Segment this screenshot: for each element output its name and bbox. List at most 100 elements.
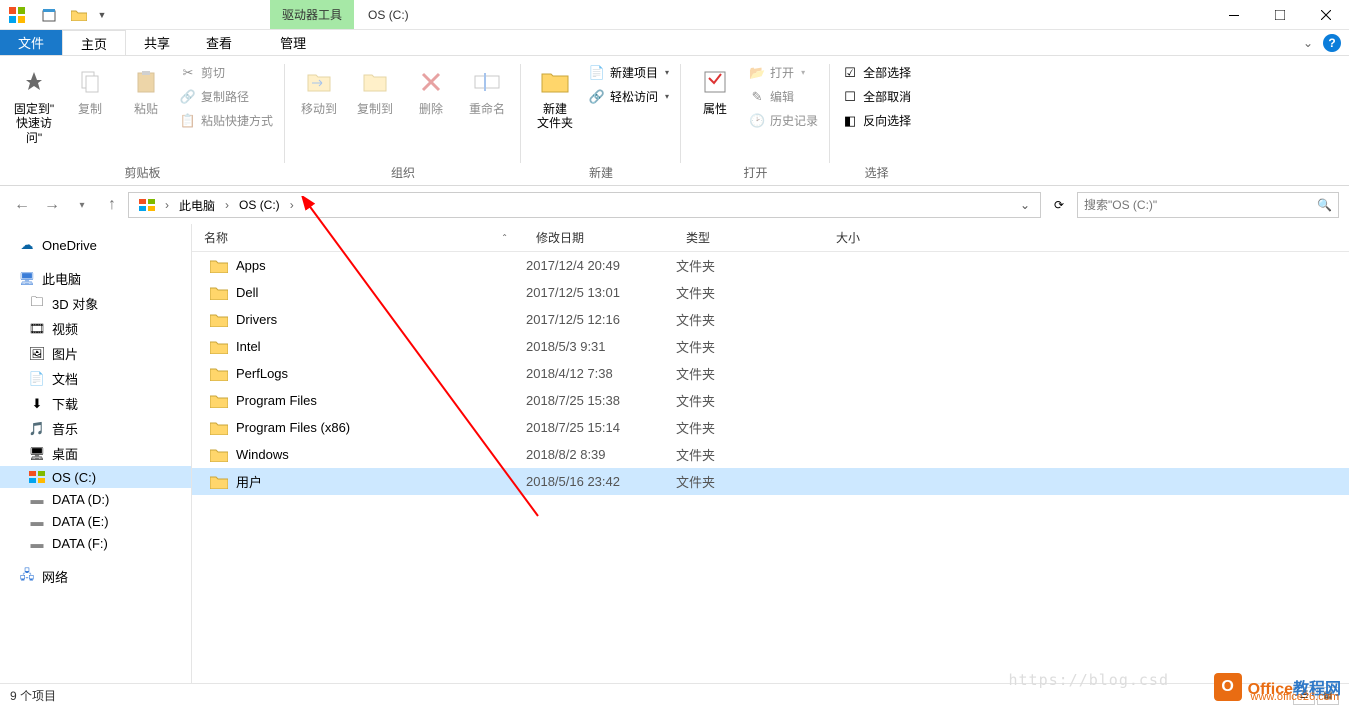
tree-network[interactable]: 🖧网络 — [0, 564, 191, 589]
cut-button[interactable]: ✂剪切 — [176, 62, 277, 83]
table-row[interactable]: 用户2018/5/16 23:42文件夹 — [192, 468, 1349, 495]
qat-dropdown-icon[interactable]: ▼ — [94, 0, 110, 30]
nav-back-button[interactable]: ← — [10, 193, 34, 217]
this-pc-icon: 🖥 — [18, 271, 36, 287]
table-row[interactable]: PerfLogs2018/4/12 7:38文件夹 — [192, 360, 1349, 387]
file-date: 2018/5/16 23:42 — [526, 474, 676, 489]
tree-videos[interactable]: 🎞视频 — [0, 316, 191, 341]
close-button[interactable] — [1303, 0, 1349, 30]
tab-home[interactable]: 主页 — [62, 30, 126, 55]
ribbon-tabs: 文件 主页 共享 查看 管理 ⌄ ? — [0, 30, 1349, 56]
table-row[interactable]: Windows2018/8/2 8:39文件夹 — [192, 441, 1349, 468]
copy-path-icon: 🔗 — [180, 89, 196, 105]
chevron-right-icon[interactable]: › — [163, 198, 171, 212]
edit-button[interactable]: ✎编辑 — [745, 86, 822, 107]
minimize-ribbon-icon[interactable]: ⌄ — [1293, 30, 1323, 55]
paste-button[interactable]: 粘贴 — [118, 60, 174, 120]
watermark-logo-icon: O — [1214, 673, 1242, 701]
pin-to-quick-access-button[interactable]: 固定到" 快速访问" — [6, 60, 62, 149]
tree-documents[interactable]: 📄文档 — [0, 366, 191, 391]
column-date[interactable]: 修改日期 — [526, 229, 676, 246]
move-to-button[interactable]: 移动到 — [291, 60, 347, 120]
breadcrumb-this-pc[interactable]: 此电脑 — [173, 193, 221, 217]
list-header: 名称⌃ 修改日期 类型 大小 — [192, 224, 1349, 252]
tree-data-f[interactable]: ▬DATA (F:) — [0, 532, 191, 554]
folder-icon — [210, 475, 228, 489]
nav-up-button[interactable]: ↑ — [100, 193, 124, 217]
search-box[interactable]: 🔍 — [1077, 192, 1339, 218]
column-name[interactable]: 名称⌃ — [192, 229, 526, 246]
invert-selection-button[interactable]: ◧反向选择 — [838, 110, 915, 131]
tree-data-d[interactable]: ▬DATA (D:) — [0, 488, 191, 510]
new-folder-button[interactable]: 新建 文件夹 — [527, 60, 583, 135]
downloads-icon: ⬇ — [28, 396, 46, 412]
file-type: 文件夹 — [676, 337, 826, 356]
breadcrumb-dropdown[interactable]: ⌄ — [1014, 198, 1036, 212]
maximize-button[interactable] — [1257, 0, 1303, 30]
table-row[interactable]: Dell2017/12/5 13:01文件夹 — [192, 279, 1349, 306]
table-row[interactable]: Intel2018/5/3 9:31文件夹 — [192, 333, 1349, 360]
select-none-button[interactable]: ☐全部取消 — [838, 86, 915, 107]
group-open-label: 打开 — [687, 162, 824, 183]
refresh-button[interactable]: ⟳ — [1045, 192, 1073, 218]
minimize-button[interactable] — [1211, 0, 1257, 30]
history-button[interactable]: 🕑历史记录 — [745, 110, 822, 131]
chevron-right-icon[interactable]: › — [223, 198, 231, 212]
list-rows: Apps2017/12/4 20:49文件夹Dell2017/12/5 13:0… — [192, 252, 1349, 683]
copy-path-button[interactable]: 🔗复制路径 — [176, 86, 277, 107]
tree-downloads[interactable]: ⬇下载 — [0, 391, 191, 416]
rename-button[interactable]: 重命名 — [459, 60, 515, 120]
tab-view[interactable]: 查看 — [188, 30, 250, 55]
new-item-button[interactable]: 📄新建项目▾ — [585, 62, 673, 83]
easy-access-button[interactable]: 🔗轻松访问▾ — [585, 86, 673, 107]
table-row[interactable]: Program Files (x86)2018/7/25 15:14文件夹 — [192, 414, 1349, 441]
nav-recent-dropdown[interactable]: ▾ — [70, 193, 94, 217]
file-date: 2017/12/4 20:49 — [526, 258, 676, 273]
breadcrumb-drive[interactable]: OS (C:) — [233, 193, 286, 217]
breadcrumb-pc-icon[interactable] — [133, 193, 161, 217]
qat-properties-icon[interactable] — [34, 0, 64, 30]
select-all-button[interactable]: ☑全部选择 — [838, 62, 915, 83]
ghost-url: https://blog.csd — [1009, 671, 1170, 689]
table-row[interactable]: Apps2017/12/4 20:49文件夹 — [192, 252, 1349, 279]
help-icon[interactable]: ? — [1323, 34, 1341, 52]
chevron-right-icon[interactable]: › — [288, 198, 296, 212]
address-bar: ← → ▾ ↑ › 此电脑 › OS (C:) › ⌄ ⟳ 🔍 — [0, 186, 1349, 224]
search-icon[interactable]: 🔍 — [1317, 198, 1332, 212]
tree-pictures[interactable]: 🖼图片 — [0, 341, 191, 366]
drive-icon: ▬ — [28, 491, 46, 507]
tab-share[interactable]: 共享 — [126, 30, 188, 55]
navigation-tree[interactable]: ☁OneDrive 🖥此电脑 🗀3D 对象 🎞视频 🖼图片 📄文档 ⬇下载 🎵音… — [0, 224, 192, 683]
tree-this-pc[interactable]: 🖥此电脑 — [0, 266, 191, 291]
tab-file[interactable]: 文件 — [0, 30, 62, 55]
tree-onedrive[interactable]: ☁OneDrive — [0, 234, 191, 256]
table-row[interactable]: Program Files2018/7/25 15:38文件夹 — [192, 387, 1349, 414]
copy-to-button[interactable]: 复制到 — [347, 60, 403, 120]
breadcrumb[interactable]: › 此电脑 › OS (C:) › ⌄ — [128, 192, 1041, 218]
music-icon: 🎵 — [28, 421, 46, 437]
search-input[interactable] — [1084, 198, 1317, 212]
table-row[interactable]: Drivers2017/12/5 12:16文件夹 — [192, 306, 1349, 333]
group-clipboard-label: 剪贴板 — [6, 162, 279, 183]
nav-forward-button[interactable]: → — [40, 193, 64, 217]
tree-data-e[interactable]: ▬DATA (E:) — [0, 510, 191, 532]
paste-shortcut-button[interactable]: 📋粘贴快捷方式 — [176, 110, 277, 131]
watermark: O Office教程网 www.office26.com — [1214, 673, 1341, 701]
column-type[interactable]: 类型 — [676, 229, 826, 246]
tree-3d-objects[interactable]: 🗀3D 对象 — [0, 291, 191, 316]
open-button[interactable]: 📂打开▾ — [745, 62, 822, 83]
copy-button[interactable]: 复制 — [62, 60, 118, 120]
group-open: 属性 📂打开▾ ✎编辑 🕑历史记录 打开 — [681, 56, 830, 185]
window-controls — [1211, 0, 1349, 29]
edit-icon: ✎ — [749, 89, 765, 105]
tree-music[interactable]: 🎵音乐 — [0, 416, 191, 441]
move-to-icon — [303, 66, 335, 98]
properties-button[interactable]: 属性 — [687, 60, 743, 120]
delete-button[interactable]: 删除 — [403, 60, 459, 120]
column-size[interactable]: 大小 — [826, 229, 946, 246]
tree-os-c[interactable]: OS (C:) — [0, 466, 191, 488]
qat-new-folder-icon[interactable] — [64, 0, 94, 30]
tab-manage[interactable]: 管理 — [262, 30, 324, 55]
folder-icon — [210, 313, 228, 327]
tree-desktop[interactable]: 🖥桌面 — [0, 441, 191, 466]
